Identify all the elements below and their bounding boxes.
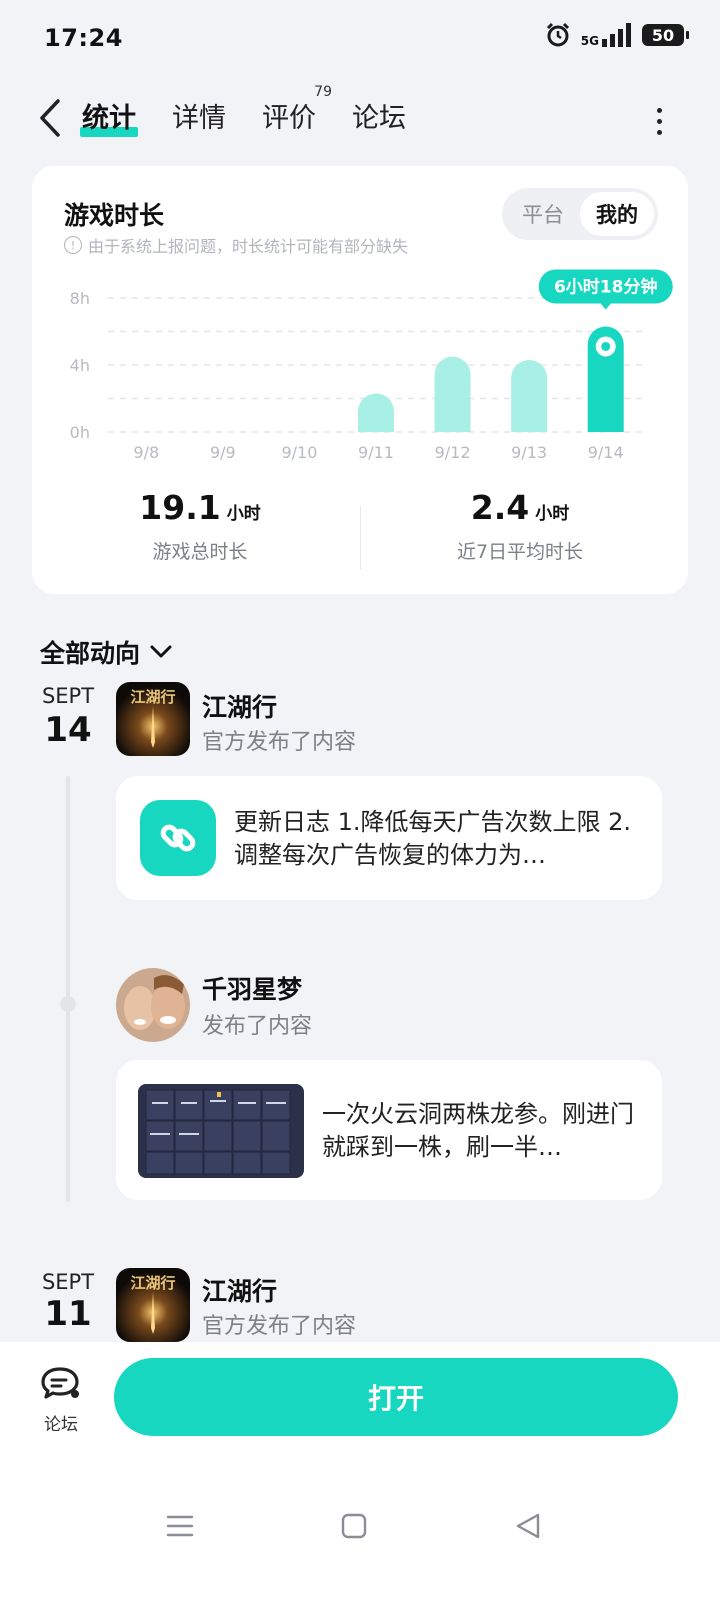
x-tick-label: 9/12 (435, 443, 471, 462)
dot (656, 129, 662, 135)
y-tick-label: 8h (70, 289, 90, 308)
back-nav-button[interactable] (508, 1506, 548, 1546)
chat-bubbles-icon (41, 1367, 79, 1399)
date-month: SEPT (41, 684, 95, 708)
open-game-button[interactable]: 打开 (114, 1358, 678, 1436)
battery-level: 50 (651, 25, 675, 45)
home-nav-button[interactable] (334, 1506, 374, 1546)
author-action: 官方发布了内容 (202, 730, 357, 755)
tab-label: 评价 (262, 103, 316, 134)
bar (434, 356, 471, 432)
feed-filter-dropdown[interactable]: 全部动向 (40, 634, 172, 670)
logo-text: 江湖行 (130, 1274, 175, 1292)
status-time: 17:24 (44, 24, 123, 52)
x-tick-label: 9/14 (588, 443, 624, 462)
forum-button[interactable]: 论坛 (36, 1366, 86, 1435)
date-month: SEPT (41, 1270, 95, 1294)
x-tick-label: 9/8 (133, 443, 159, 462)
tab-label: 论坛 (352, 103, 406, 134)
triangle-back-icon (516, 1513, 540, 1539)
total-unit: 小时 (226, 504, 261, 524)
average-label: 近7日平均时长 (456, 541, 584, 563)
x-tick-label: 9/9 (210, 443, 236, 462)
game-avatar[interactable]: 江湖行 (116, 682, 190, 756)
post-card[interactable]: 一次火云洞两株龙参。刚进门就踩到一株，刷一半… (116, 1060, 662, 1200)
game-logo: 江湖行 (116, 682, 190, 756)
review-count-badge: 79 (314, 84, 332, 100)
bar-marker-center (601, 341, 611, 351)
user-photo (116, 968, 190, 1042)
dot (656, 107, 662, 113)
user-avatar[interactable] (116, 968, 190, 1042)
square-icon (341, 1513, 367, 1539)
author-action: 发布了内容 (202, 1014, 313, 1039)
forum-label: 论坛 (44, 1415, 78, 1435)
more-options-button[interactable] (644, 104, 674, 138)
game-logo: 江湖行 (116, 1268, 190, 1342)
total-label: 游戏总时长 (152, 541, 248, 563)
logo-text: 江湖行 (130, 688, 175, 706)
menu-nav-button[interactable] (160, 1506, 200, 1546)
x-tick-label: 9/10 (281, 443, 317, 462)
total-value: 19.1 (139, 488, 221, 527)
menu-icon (166, 1515, 194, 1537)
callout-label: 6小时18分钟 (554, 276, 658, 297)
y-tick-label: 0h (70, 423, 90, 442)
post-thumbnail (138, 1084, 304, 1178)
timeline-line (66, 776, 70, 1202)
y-tick-label: 4h (70, 356, 90, 375)
x-tick-label: 9/13 (511, 443, 547, 462)
bar (511, 359, 548, 432)
average-playtime: 2.4 小时 近7日平均时长 (360, 488, 680, 564)
dot (656, 118, 662, 124)
back-button[interactable] (30, 96, 70, 140)
author-name[interactable]: 江湖行 (202, 688, 277, 724)
post-text: 一次火云洞两株龙参。刚进门就踩到一株，刷一半… (322, 1100, 634, 1161)
tab-label: 统计 (82, 103, 136, 134)
bar (358, 393, 394, 432)
tab-stats[interactable]: 统计 (80, 96, 138, 141)
playtime-card: 游戏时长 ! 由于系统上报问题，时长统计可能有部分缺失 平台 我的 0h 4h 8h… (32, 166, 688, 594)
game-avatar[interactable]: 江湖行 (116, 1268, 190, 1342)
author-action: 官方发布了内容 (202, 1314, 357, 1339)
x-tick-label: 9/11 (358, 443, 394, 462)
date-day: 14 (44, 710, 92, 750)
signal-icon: 5G (581, 23, 632, 47)
link-icon (140, 800, 216, 876)
tab-reviews[interactable]: 评价 79 (262, 84, 332, 141)
date-day: 11 (44, 1294, 92, 1334)
chevron-left-icon (40, 99, 60, 137)
status-icons: 5G 50 (545, 22, 689, 48)
timeline-dot (60, 996, 76, 1012)
author-name[interactable]: 千羽星梦 (202, 970, 302, 1006)
total-playtime: 19.1 小时 游戏总时长 (40, 488, 360, 564)
average-value: 2.4 (470, 488, 530, 527)
chevron-down-icon (150, 645, 172, 658)
battery-icon: 50 (642, 24, 689, 46)
alarm-icon (546, 22, 569, 47)
tab-label: 详情 (172, 103, 226, 134)
network-type: 5G (580, 34, 599, 48)
post-text: 更新日志 1.降低每天广告次数上限 2.调整每次广告恢复的体力为… (234, 808, 632, 869)
callout-arrow (599, 302, 612, 310)
tab-bar: 统计 详情 评价 79 论坛 (80, 84, 406, 141)
filter-label: 全部动向 (40, 639, 141, 668)
post-card[interactable]: 更新日志 1.降低每天广告次数上限 2.调整每次广告恢复的体力为… (116, 776, 662, 900)
tab-forum[interactable]: 论坛 (352, 96, 406, 141)
playtime-chart: 0h 4h 8h 9/8 9/9 9/10 9/11 9/12 9/13 6小时18分钟 9/14 (70, 269, 673, 462)
tab-details[interactable]: 详情 (172, 96, 226, 141)
author-name[interactable]: 江湖行 (202, 1272, 277, 1308)
average-unit: 小时 (535, 504, 570, 524)
